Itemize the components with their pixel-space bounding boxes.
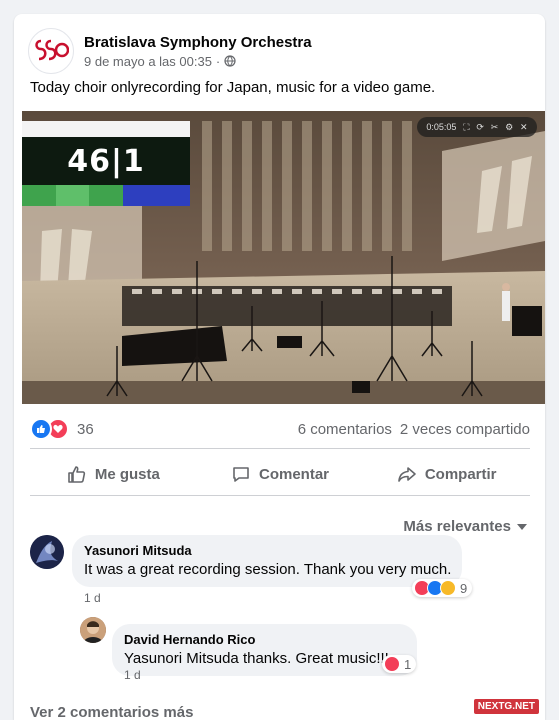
crop-icon[interactable]: ✂ (491, 122, 499, 133)
session-counter-overlay: 46|1 (22, 121, 190, 206)
bso-logo-icon (35, 39, 69, 61)
reply-bubble: David Hernando Rico Yasunori Mitsuda tha… (112, 624, 417, 676)
view-more-comments-link[interactable]: Ver 2 comentarios más (30, 704, 193, 720)
share-label: Compartir (424, 465, 497, 483)
comment-reaction-count: 9 (460, 580, 468, 596)
page-name[interactable]: Bratislava Symphony Orchestra (84, 34, 312, 51)
video-player[interactable]: 46|1 0:05:05 ⛶ ⟳ ✂ ⚙ ✕ (22, 111, 545, 404)
comment-time[interactable]: 1 d (124, 668, 141, 682)
comment-text: Yasunori Mitsuda thanks. Great music!!!. (124, 650, 393, 667)
comment-button[interactable]: Comentar (197, 456, 364, 492)
reload-icon[interactable]: ⟳ (476, 122, 484, 133)
like-label: Me gusta (94, 465, 160, 483)
post-text: Today choir onlyrecording for Japan, mus… (30, 79, 436, 96)
comment-time[interactable]: 1 d (84, 591, 101, 605)
comment-author[interactable]: David Hernando Rico (124, 632, 405, 647)
post-stats: 36 6 comentarios 2 veces compartido (30, 418, 530, 440)
comment-bubble: Yasunori Mitsuda It was a great recordin… (72, 535, 462, 587)
fullscreen-icon[interactable]: ⛶ (463, 122, 469, 133)
post-meta: 9 de mayo a las 00:35 · (84, 54, 312, 69)
comments-count[interactable]: 6 comentarios (298, 421, 392, 438)
actions-divider (30, 495, 530, 496)
like-reaction-icon (30, 418, 52, 440)
comment-reactions[interactable]: 9 (412, 579, 473, 597)
sort-label: Más relevantes (403, 518, 511, 535)
wow-reaction-icon (440, 580, 456, 596)
like-button[interactable]: Me gusta (30, 456, 197, 492)
thumbs-up-icon (68, 466, 85, 483)
watermark: NEXTG.NET (473, 699, 539, 714)
post-header: Bratislava Symphony Orchestra 9 de mayo … (28, 28, 312, 74)
settings-icon[interactable]: ⚙ (505, 122, 513, 133)
video-time: 0:05:05 (426, 122, 457, 132)
share-icon (398, 467, 416, 482)
post-card: Bratislava Symphony Orchestra 9 de mayo … (14, 14, 545, 720)
comment-text: It was a great recording session. Thank … (84, 561, 452, 578)
comment-label: Comentar (259, 465, 330, 483)
post-actions: Me gusta Comentar Compartir (30, 456, 530, 492)
comment-sort-dropdown[interactable]: Más relevantes (403, 518, 527, 535)
session-counter: 46|1 (22, 137, 190, 185)
share-button[interactable]: Compartir (363, 456, 530, 492)
stats-divider (30, 448, 530, 449)
globe-icon (224, 55, 236, 67)
avatar[interactable] (30, 535, 64, 569)
comment-reaction-count: 1 (404, 656, 412, 672)
shares-count[interactable]: 2 veces compartido (400, 421, 530, 438)
chevron-down-icon (517, 523, 527, 530)
comment-reactions[interactable]: 1 (382, 655, 417, 673)
love-reaction-icon (384, 656, 400, 672)
reaction-count[interactable]: 36 (77, 421, 94, 438)
meta-separator: · (215, 53, 221, 69)
avatar[interactable] (80, 617, 106, 643)
comment-icon (233, 467, 249, 482)
page-avatar[interactable] (28, 28, 74, 74)
comment-author[interactable]: Yasunori Mitsuda (84, 543, 450, 558)
post-timestamp[interactable]: 9 de mayo a las 00:35 (84, 54, 212, 69)
video-controls: 0:05:05 ⛶ ⟳ ✂ ⚙ ✕ (417, 117, 537, 137)
close-icon[interactable]: ✕ (520, 122, 528, 133)
reaction-icons[interactable] (30, 418, 69, 440)
